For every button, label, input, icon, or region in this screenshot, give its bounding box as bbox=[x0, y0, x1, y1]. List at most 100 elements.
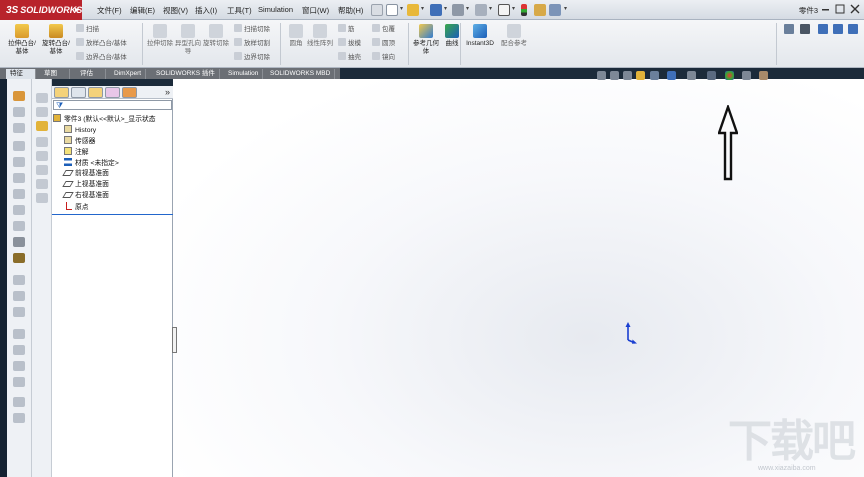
draft-button[interactable]: 拔模 bbox=[338, 38, 361, 48]
appearance-icon[interactable] bbox=[13, 91, 25, 101]
display-icon[interactable] bbox=[818, 24, 828, 34]
tab-features[interactable]: 特征 bbox=[6, 69, 36, 79]
tool-icon[interactable] bbox=[36, 193, 48, 203]
sweep-button[interactable]: 扫描 bbox=[76, 24, 99, 34]
tree-item-history[interactable]: History bbox=[64, 125, 96, 135]
lofted-cut-button[interactable]: 放样切割 bbox=[234, 38, 270, 48]
tool-icon[interactable] bbox=[36, 137, 48, 147]
tab-sketch[interactable]: 草图 bbox=[40, 69, 70, 79]
tab-dimxpert[interactable]: DimXpert bbox=[110, 69, 147, 79]
tab-solidworks-addins[interactable]: SOLIDWORKS 插件 bbox=[152, 69, 220, 79]
feature-tree-filter[interactable]: ⧩ bbox=[53, 100, 172, 110]
rectangle-icon[interactable] bbox=[13, 189, 25, 199]
tool-icon[interactable] bbox=[36, 121, 48, 131]
line-icon[interactable] bbox=[13, 173, 25, 183]
sketch-icon[interactable] bbox=[13, 141, 25, 151]
file-properties-icon[interactable] bbox=[534, 4, 546, 16]
display-style-icon[interactable] bbox=[687, 71, 696, 80]
tab-simulation[interactable]: Simulation bbox=[224, 69, 264, 79]
tree-item-right-plane[interactable]: 右视基准面 bbox=[62, 191, 109, 201]
zoom-to-area-icon[interactable] bbox=[610, 71, 619, 80]
configuration-manager-tab-icon[interactable] bbox=[88, 87, 103, 98]
new-document-icon[interactable] bbox=[386, 4, 398, 16]
undo-icon[interactable] bbox=[475, 4, 487, 16]
apply-scene-icon[interactable] bbox=[742, 71, 751, 80]
tree-item-annotations[interactable]: 注解 bbox=[64, 147, 89, 157]
instant3d-button[interactable]: Instant3D bbox=[462, 24, 498, 48]
pointer-icon[interactable] bbox=[13, 253, 25, 263]
section-properties-icon[interactable] bbox=[13, 361, 25, 371]
scene-icon[interactable] bbox=[13, 107, 25, 117]
pin-icon[interactable] bbox=[371, 4, 383, 16]
menu-window[interactable]: 窗口(W) bbox=[302, 5, 329, 16]
zoom-to-fit-icon[interactable] bbox=[597, 71, 606, 80]
section-view-icon[interactable] bbox=[636, 71, 645, 80]
circle-icon[interactable] bbox=[13, 205, 25, 215]
menu-file[interactable]: 文件(F) bbox=[97, 5, 122, 16]
dimxpert-tab-icon[interactable] bbox=[105, 87, 120, 98]
tab-evaluate[interactable]: 评估 bbox=[76, 69, 106, 79]
rib-button[interactable]: 筋 bbox=[338, 24, 355, 34]
edit-appearance-icon[interactable] bbox=[725, 71, 734, 80]
panel-splitter[interactable] bbox=[172, 327, 177, 353]
tree-item-material[interactable]: 材质 <未指定> bbox=[64, 158, 119, 168]
loft-button[interactable]: 放样凸台/基体 bbox=[76, 38, 127, 48]
select-cursor-icon[interactable] bbox=[498, 4, 510, 16]
previous-view-icon[interactable] bbox=[623, 71, 632, 80]
mate-reference-button[interactable]: 配合参考 bbox=[498, 24, 530, 48]
tree-item-front-plane[interactable]: 前视基准面 bbox=[62, 169, 109, 179]
dimension-icon[interactable] bbox=[784, 24, 794, 34]
decal-icon[interactable] bbox=[13, 123, 25, 133]
traffic-light-icon[interactable] bbox=[521, 4, 527, 16]
check-icon[interactable] bbox=[13, 377, 25, 387]
measure-icon[interactable] bbox=[13, 329, 25, 339]
layout-icon[interactable] bbox=[13, 275, 25, 285]
boundary-boss-button[interactable]: 边界凸台/基体 bbox=[76, 52, 127, 62]
dynamic-annotation-icon[interactable] bbox=[650, 71, 659, 80]
extrude-boss-button[interactable]: 拉伸凸台/基体 bbox=[6, 24, 38, 56]
wrap-button[interactable]: 包覆 bbox=[372, 24, 395, 34]
view-icon[interactable] bbox=[848, 24, 858, 34]
arc-icon[interactable] bbox=[13, 221, 25, 231]
tool-icon[interactable] bbox=[36, 93, 48, 103]
tool-icon[interactable] bbox=[36, 179, 48, 189]
property-manager-tab-icon[interactable] bbox=[71, 87, 86, 98]
chevron-down-icon[interactable]: ▾ bbox=[400, 5, 403, 12]
shell-button[interactable]: 抽壳 bbox=[338, 52, 361, 62]
options-icon[interactable] bbox=[549, 4, 561, 16]
revolve-cut-button[interactable]: 旋转切除 bbox=[200, 24, 232, 48]
save-icon[interactable] bbox=[430, 4, 442, 16]
smart-dimension-icon[interactable] bbox=[13, 157, 25, 167]
print-icon[interactable] bbox=[452, 4, 464, 16]
rotate-icon[interactable] bbox=[13, 413, 25, 423]
open-folder-icon[interactable] bbox=[407, 4, 419, 16]
tool-icon[interactable] bbox=[36, 165, 48, 175]
chevron-down-icon[interactable]: ▾ bbox=[444, 5, 447, 12]
section-icon[interactable] bbox=[833, 24, 843, 34]
chevron-down-icon[interactable]: ▾ bbox=[421, 5, 424, 12]
chevron-down-icon[interactable]: ▾ bbox=[512, 5, 515, 12]
magnify-icon[interactable] bbox=[13, 237, 25, 247]
tree-item-sensors[interactable]: 传感器 bbox=[64, 136, 95, 146]
mirror-button[interactable]: 镜向 bbox=[372, 52, 395, 62]
menu-insert[interactable]: 插入(I) bbox=[195, 5, 217, 16]
tool-icon[interactable] bbox=[36, 107, 48, 117]
hide-show-items-icon[interactable] bbox=[707, 71, 716, 80]
tree-item-origin[interactable]: 原点 bbox=[64, 202, 89, 212]
expand-panel-icon[interactable]: » bbox=[165, 87, 170, 97]
table-icon[interactable] bbox=[13, 307, 25, 317]
solidworks-logo[interactable]: 3S SOLIDWORKS ▸ bbox=[0, 0, 82, 20]
tree-root[interactable]: 零件3 (默认<<默认>_显示状态 bbox=[53, 114, 156, 124]
tool-icon[interactable] bbox=[36, 151, 48, 161]
hand-icon[interactable] bbox=[13, 397, 25, 407]
menu-simulation[interactable]: Simulation bbox=[258, 5, 293, 14]
view-settings-icon[interactable] bbox=[759, 71, 768, 80]
menu-help[interactable]: 帮助(H) bbox=[338, 5, 363, 16]
display-manager-tab-icon[interactable] bbox=[122, 87, 137, 98]
rollback-bar[interactable] bbox=[52, 214, 173, 215]
relation-icon[interactable] bbox=[800, 24, 810, 34]
boundary-cut-button[interactable]: 边界切除 bbox=[234, 52, 270, 62]
menu-tools[interactable]: 工具(T) bbox=[227, 5, 252, 16]
view-orientation-icon[interactable] bbox=[667, 71, 676, 80]
tree-item-top-plane[interactable]: 上视基准面 bbox=[62, 180, 109, 190]
